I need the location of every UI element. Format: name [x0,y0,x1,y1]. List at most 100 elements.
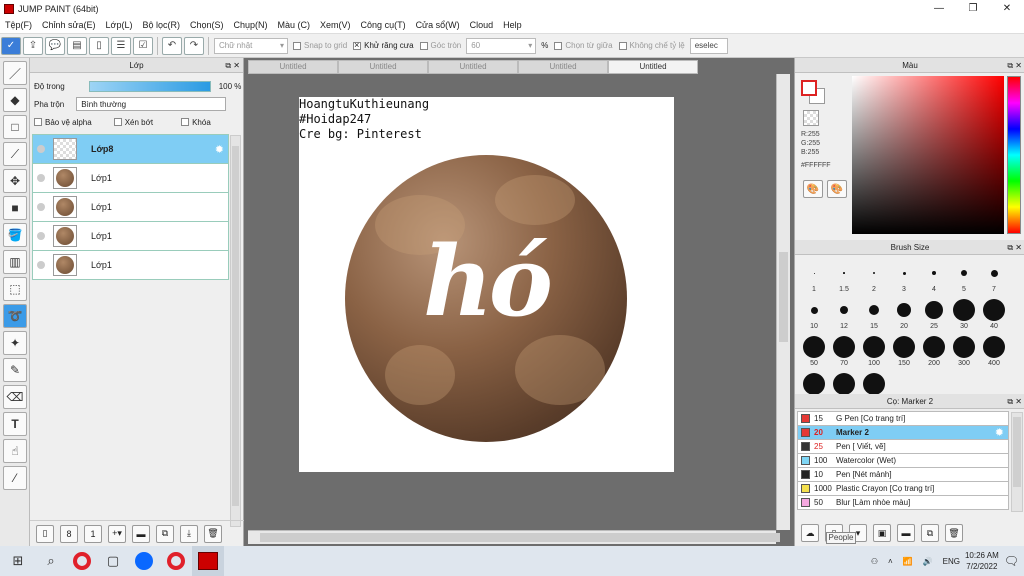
rectangle-icon[interactable]: □ [3,115,27,139]
canvas-horizontal-scrollbar[interactable] [248,530,780,544]
protect-alpha-checkbox[interactable] [34,118,42,126]
task-view-icon[interactable]: ▢ [98,546,128,576]
language-indicator[interactable]: ENG [943,557,960,566]
menu-layer[interactable]: Lớp(L) [101,20,138,30]
panel-controls-icon[interactable]: ⧉ ✕ [1007,394,1022,409]
opera-icon[interactable] [66,546,98,576]
menu-view[interactable]: Xem(V) [315,20,356,30]
tab-untitled[interactable]: Untitled [338,60,428,74]
merge-icon[interactable]: ⤓ [180,524,198,543]
panel-controls-icon[interactable]: ⧉ ✕ [225,58,240,73]
magic-wand-icon[interactable]: ✦ [3,331,27,355]
brush-size-option[interactable]: 1.5 [829,262,859,304]
brush-size-option[interactable]: 2 [859,262,889,304]
from-center-checkbox[interactable]: Chọn từ giữa [554,41,613,50]
round-value-input[interactable]: 60 ▾ [466,37,537,54]
brush-list-scrollbar[interactable] [1011,412,1023,512]
eyedropper-icon[interactable]: ⁄ [3,466,27,490]
layer-item[interactable]: Lớp1 [32,221,229,251]
clock[interactable]: 10:26 AM 7/2/2022 [965,550,999,572]
scrollbar-thumb[interactable] [232,146,239,506]
brush-size-option[interactable]: 12 [829,299,859,341]
eraser-icon[interactable]: ◆ [3,88,27,112]
menu-color[interactable]: Màu (C) [273,20,316,30]
folder-icon[interactable]: ▬ [132,524,150,543]
blend-select[interactable]: Bình thường [76,97,227,111]
visibility-icon[interactable] [37,145,45,153]
brush-icon[interactable]: ／ [3,61,27,85]
visibility-icon[interactable] [37,232,45,240]
add-layer-menu-icon[interactable]: +▾ [108,524,126,543]
menu-capture[interactable]: Chụp(N) [229,20,273,30]
visibility-icon[interactable] [37,261,45,269]
menu-window[interactable]: Cửa sổ(W) [411,20,465,30]
layer-item[interactable]: Lớp1 [32,250,229,280]
snap-to-grid-checkbox[interactable]: Snap to grid [293,41,347,50]
brush-size-option[interactable]: 200 [919,336,949,378]
bucket-icon[interactable]: 🪣 [3,223,27,247]
search-icon[interactable]: ⌕ [36,546,66,576]
visibility-icon[interactable] [37,203,45,211]
menu-edit[interactable]: Chỉnh sửa(E) [37,20,101,30]
menu-help[interactable]: Help [498,20,527,30]
menu-tools[interactable]: Công cụ(T) [356,20,411,30]
duplicate-icon[interactable]: ⧉ [921,524,939,542]
tab-untitled-active[interactable]: Untitled [608,60,698,74]
antialias-checkbox[interactable]: Khử răng cưa [353,40,414,50]
trash-icon[interactable]: 🗑 [945,524,963,542]
brush-size-option[interactable]: 25 [919,299,949,341]
tab-untitled[interactable]: Untitled [518,60,608,74]
menu-file[interactable]: Tệp(F) [0,20,37,30]
brush-size-option[interactable]: 15 [859,299,889,341]
opacity-slider[interactable] [88,80,211,92]
brush-size-option[interactable]: 5 [949,262,979,304]
move-icon[interactable]: ✥ [3,169,27,193]
brush-item[interactable]: 25 Pen [ Viết, vẽ] [797,439,1009,454]
cloud-brush-icon[interactable]: ☁ [801,524,819,542]
palette-settings-icon[interactable]: 🎨 [827,180,847,198]
brush-size-option[interactable]: 150 [889,336,919,378]
visibility-icon[interactable] [37,174,45,182]
brush-item[interactable]: 20 Marker 2 ✹ [797,425,1009,440]
brush-size-option[interactable]: 100 [859,336,889,378]
brush-size-option[interactable]: 400 [979,336,1009,378]
note-icon[interactable]: ▤ [67,36,87,55]
fixed-ratio-checkbox[interactable]: Không chế tỷ lệ [618,41,685,50]
panel-controls-icon[interactable]: ⧉ ✕ [1007,58,1022,73]
gradient-icon[interactable]: ▥ [3,250,27,274]
zalo-icon[interactable] [128,546,160,576]
brush-size-option[interactable]: 3 [889,262,919,304]
layer-item[interactable]: Lớp8 ✹ [32,134,229,164]
panel-controls-icon[interactable]: ⧉ ✕ [1007,240,1022,255]
speech-bubble-icon[interactable]: 💬 [45,36,65,55]
close-button[interactable]: ✕ [990,0,1024,17]
transparent-color-swatch[interactable] [803,110,819,126]
layer-item[interactable]: Lớp1 [32,192,229,222]
fill-rect-icon[interactable]: ■ [3,196,27,220]
brush-size-option[interactable]: 10 [799,299,829,341]
lock-checkbox[interactable] [181,118,190,126]
brush-size-option[interactable]: 30 [949,299,979,341]
notification-icon[interactable]: 🗨 [1004,554,1019,568]
menu-cloud[interactable]: Cloud [465,20,499,30]
list-icon[interactable]: ☰ [111,36,131,55]
scrollbar-thumb[interactable] [260,533,780,542]
select-pen-icon[interactable]: ✎ [3,358,27,382]
brush-size-option[interactable]: 1 [799,262,829,304]
tab-untitled[interactable]: Untitled [428,60,518,74]
gear-icon[interactable]: ✹ [995,426,1004,439]
palette-icon[interactable]: 🎨 [803,180,823,198]
duplicate-icon[interactable]: ⧉ [156,524,174,543]
round-corner-checkbox[interactable]: Góc tròn [419,41,461,50]
saturation-value-picker[interactable] [852,76,1004,234]
line-icon[interactable]: ⟋ [3,142,27,166]
people-icon[interactable]: ⚇ [871,557,878,566]
undo-icon[interactable]: ↶ [162,36,182,55]
brush-item[interactable]: 50 Blur [Làm nhòe màu] [797,495,1009,510]
clip-checkbox[interactable] [113,118,122,126]
menu-filter[interactable]: Bộ lọc(R) [137,20,185,30]
brush-size-option[interactable]: 50 [799,336,829,378]
scrollbar-thumb[interactable] [1013,417,1021,487]
chevron-up-icon[interactable]: ˄ [888,557,893,566]
trash-icon[interactable]: 🗑 [204,524,222,543]
